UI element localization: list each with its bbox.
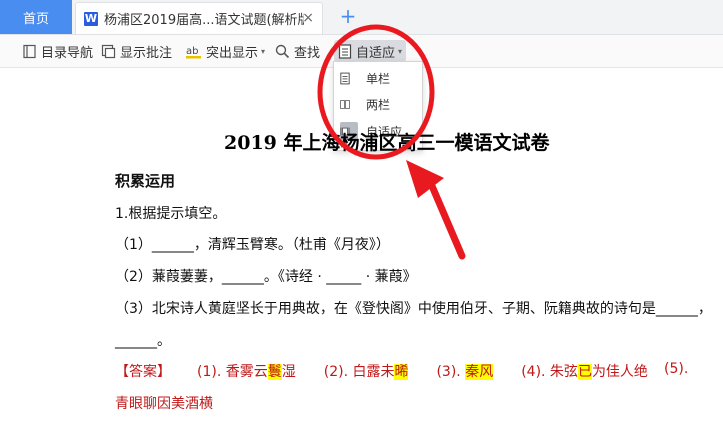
comment-icon (101, 44, 116, 58)
highlighted-text: 已 (577, 364, 592, 380)
toc-icon (23, 44, 36, 58)
tab-bar: 首页 W 杨浦区2019届高...语文试题(解析版) × + (0, 0, 723, 35)
new-tab-button[interactable]: + (338, 4, 358, 28)
menu-item-label: 两栏 (366, 97, 391, 112)
answer-item: 湿 (281, 364, 296, 380)
highlight-label: 突出显示 (206, 45, 259, 61)
annotation-arrow-shaft (428, 182, 466, 260)
answer-item: (1). 香雾云 (197, 364, 268, 380)
question-text: 1.根据提示填空。 (115, 206, 227, 222)
annotation-arrow-head (406, 160, 444, 198)
answer-item: (3). (436, 364, 466, 380)
find-button[interactable]: 查找 (275, 40, 320, 62)
question-text: （3）北宋诗人黄庭坚长于用典故，在《登快阁》中使用伯牙、子期、阮籍典故的诗句是_… (115, 301, 712, 317)
answer-item: (5). (664, 361, 689, 377)
section-heading: 积累运用 (115, 172, 176, 190)
show-comments-label: 显示批注 (120, 45, 173, 61)
menu-item-two-columns[interactable]: 两栏 (340, 93, 416, 115)
highlighted-text: 秦风 (465, 364, 494, 380)
question-text: （1）______，清辉玉臂寒。（杜甫《月夜》） (115, 237, 390, 253)
menu-item-label: 单栏 (366, 71, 391, 86)
tab-document-title: 杨浦区2019届高...语文试题(解析版) (104, 13, 304, 28)
menu-item-single-column[interactable]: 单栏 (340, 67, 416, 89)
tab-document[interactable]: W 杨浦区2019届高...语文试题(解析版) × (75, 2, 323, 34)
show-comments-button[interactable]: 显示批注 (101, 40, 172, 62)
two-columns-icon (340, 95, 358, 113)
highlight-icon: ab (186, 46, 201, 58)
highlighted-text: 晞 (394, 364, 409, 380)
page-layout-icon (338, 43, 352, 59)
close-icon[interactable]: × (302, 10, 314, 26)
answer-line: 【答案】 (1). 香雾云鬟湿 (2). 白露未晞 (3). 秦风 (4). 朱弦已为佳… (115, 361, 648, 381)
answer-item: 为佳人绝 (591, 364, 648, 380)
adapt-layout-label: 自适应 (356, 45, 396, 61)
highlight-dropdown[interactable]: ab 突出显示 ▾ (186, 40, 265, 62)
adapt-layout-dropdown[interactable]: 自适应 ▾ (334, 40, 407, 62)
search-icon (275, 44, 290, 58)
document-title: 2019 年上海杨浦区高三一模语文试卷 (224, 132, 550, 154)
answer-item: (2). 白露未 (323, 364, 395, 380)
answer-item: (4). 朱弦 (521, 364, 578, 380)
chevron-down-icon: ▾ (261, 46, 266, 56)
highlighted-text: 鬟 (267, 364, 282, 380)
single-column-icon (340, 69, 358, 87)
tab-home[interactable]: 首页 (0, 0, 72, 34)
toc-navigation-button[interactable]: 目录导航 (22, 40, 93, 62)
answer-label: 【答案】 (115, 364, 171, 380)
answer-item: 青眼聊因美酒横 (115, 396, 213, 412)
word-doc-icon: W (84, 11, 98, 26)
question-text: ______。 (115, 333, 171, 349)
chevron-down-icon: ▾ (398, 46, 403, 56)
question-text: （2）蒹葭萋萋，______。《诗经 · _____ · 蒹葭》 (115, 269, 417, 285)
toc-navigation-label: 目录导航 (41, 45, 94, 61)
find-label: 查找 (294, 45, 321, 61)
svg-text:ab: ab (186, 46, 198, 57)
